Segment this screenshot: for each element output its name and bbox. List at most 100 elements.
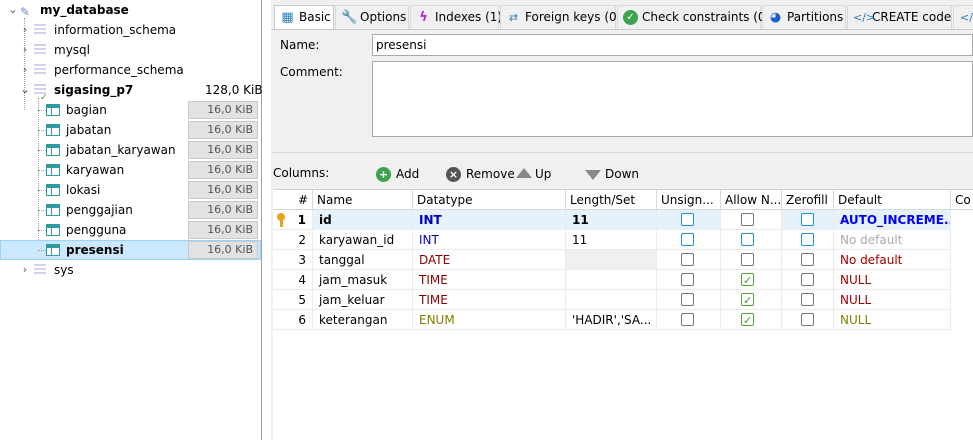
tree-table-bagian[interactable]: bagian 16,0 KiB xyxy=(0,100,261,120)
tree-table-penggajian[interactable]: penggajian 16,0 KiB xyxy=(0,200,261,220)
table-row[interactable]: 4 jam_masuk TIME NULL xyxy=(273,270,973,290)
zerofill-cell[interactable] xyxy=(782,210,834,230)
length-cell[interactable]: 11 xyxy=(566,210,657,230)
default-cell[interactable]: NULL xyxy=(834,270,951,290)
tab-options[interactable]: 🔧 Options xyxy=(335,5,409,29)
tree-item-performance-schema[interactable]: › performance_schema xyxy=(0,60,261,80)
zerofill-checkbox[interactable] xyxy=(801,233,814,246)
tree-item-mysql[interactable]: › mysql xyxy=(0,40,261,60)
move-up-button[interactable]: Up xyxy=(516,166,551,182)
tree-table-jabatan-karyawan[interactable]: jabatan_karyawan 16,0 KiB xyxy=(0,140,261,160)
tree-item-sys[interactable]: › sys xyxy=(0,260,261,280)
zerofill-checkbox[interactable] xyxy=(801,313,814,326)
datatype-cell[interactable]: DATE xyxy=(413,250,566,270)
table-row[interactable]: 5 jam_keluar TIME NULL xyxy=(273,290,973,310)
column-header[interactable]: Length/Set xyxy=(566,190,657,210)
table-row[interactable]: 3 tanggal DATE No default xyxy=(273,250,973,270)
default-cell[interactable]: AUTO_INCREME... xyxy=(834,210,951,230)
column-name-cell[interactable]: jam_keluar xyxy=(313,290,413,310)
column-name-cell[interactable]: id xyxy=(313,210,413,230)
tree-table-presensi[interactable]: presensi 16,0 KiB xyxy=(0,240,261,260)
tab-partitions[interactable]: ◕ Partitions xyxy=(762,5,846,29)
length-cell[interactable] xyxy=(566,290,657,310)
unsigned-checkbox[interactable] xyxy=(681,253,694,266)
datatype-cell[interactable]: INT xyxy=(413,210,566,230)
allow-null-checkbox[interactable] xyxy=(741,291,754,309)
length-cell[interactable] xyxy=(566,250,657,270)
unsigned-checkbox[interactable] xyxy=(681,233,694,246)
column-header[interactable]: Datatype xyxy=(413,190,566,210)
datatype-cell[interactable]: TIME xyxy=(413,290,566,310)
zerofill-checkbox[interactable] xyxy=(801,273,814,286)
zerofill-checkbox[interactable] xyxy=(801,213,814,226)
column-header[interactable]: Name xyxy=(313,190,413,210)
chevron-right-icon[interactable]: › xyxy=(20,20,30,40)
column-header[interactable]: Co xyxy=(951,190,973,210)
zerofill-cell[interactable] xyxy=(782,230,834,250)
chevron-right-icon[interactable]: › xyxy=(20,260,30,280)
add-column-button[interactable]: + Add xyxy=(376,166,419,182)
zerofill-cell[interactable] xyxy=(782,270,834,290)
tree-table-pengguna[interactable]: pengguna 16,0 KiB xyxy=(0,220,261,240)
tab-check-constraints[interactable]: ✓ Check constraints (0) xyxy=(617,5,770,29)
unsigned-checkbox[interactable] xyxy=(681,213,694,226)
column-header[interactable]: # xyxy=(273,190,313,210)
table-name-input[interactable]: presensi xyxy=(372,34,973,56)
table-row[interactable]: 6 keterangan ENUM 'HADIR','SA... NULL xyxy=(273,310,973,330)
columns-grid[interactable]: # Name Datatype Length/Set Unsign... All… xyxy=(273,189,973,440)
tab-indexes[interactable]: ϟ Indexes (1) xyxy=(410,5,502,29)
tab-basic[interactable]: ▦ Basic xyxy=(274,5,334,29)
tab-overflow[interactable]: </ xyxy=(953,5,973,29)
unsigned-cell[interactable] xyxy=(657,310,721,330)
length-cell[interactable]: 11 xyxy=(566,230,657,250)
allow-null-checkbox[interactable] xyxy=(741,253,754,266)
column-header[interactable]: Zerofill xyxy=(782,190,834,210)
column-name-cell[interactable]: jam_masuk xyxy=(313,270,413,290)
unsigned-cell[interactable] xyxy=(657,250,721,270)
comment-textarea[interactable] xyxy=(372,61,973,137)
default-cell[interactable]: No default xyxy=(834,250,951,270)
allow-null-checkbox[interactable] xyxy=(741,233,754,246)
unsigned-cell[interactable] xyxy=(657,290,721,310)
unsigned-checkbox[interactable] xyxy=(681,293,694,306)
default-cell[interactable]: NULL xyxy=(834,310,951,330)
unsigned-checkbox[interactable] xyxy=(681,313,694,326)
allow-null-cell[interactable] xyxy=(721,290,782,310)
table-row[interactable]: 1 id INT 11 AUTO_INCREME... xyxy=(273,210,973,230)
remove-column-button[interactable]: × Remove xyxy=(446,166,515,182)
move-down-button[interactable]: Down xyxy=(585,166,639,182)
column-header[interactable]: Unsign... xyxy=(657,190,721,210)
allow-null-checkbox[interactable] xyxy=(741,271,754,289)
allow-null-cell[interactable] xyxy=(721,210,782,230)
length-cell[interactable] xyxy=(566,270,657,290)
chevron-down-icon[interactable]: ⌄ xyxy=(8,0,18,20)
allow-null-cell[interactable] xyxy=(721,270,782,290)
chevron-right-icon[interactable]: › xyxy=(20,60,30,80)
zerofill-cell[interactable] xyxy=(782,290,834,310)
tree-table-jabatan[interactable]: jabatan 16,0 KiB xyxy=(0,120,261,140)
column-header[interactable]: Default xyxy=(834,190,951,210)
column-header[interactable]: Allow N... xyxy=(721,190,782,210)
tree-table-lokasi[interactable]: lokasi 16,0 KiB xyxy=(0,180,261,200)
tab-foreign-keys[interactable]: ⇄ Foreign keys (0) xyxy=(500,5,621,29)
table-row[interactable]: 2 karyawan_id INT 11 No default xyxy=(273,230,973,250)
unsigned-checkbox[interactable] xyxy=(681,273,694,286)
tree-item-sigasing-p7[interactable]: ⌄ ✓ sigasing_p7 128,0 KiB xyxy=(0,80,262,103)
tab-create-code[interactable]: </> CREATE code xyxy=(847,5,952,29)
chevron-right-icon[interactable]: › xyxy=(20,40,30,60)
allow-null-cell[interactable] xyxy=(721,310,782,330)
unsigned-cell[interactable] xyxy=(657,230,721,250)
allow-null-checkbox[interactable] xyxy=(741,213,754,226)
allow-null-cell[interactable] xyxy=(721,250,782,270)
tree-table-karyawan[interactable]: karyawan 16,0 KiB xyxy=(0,160,261,180)
default-cell[interactable]: No default xyxy=(834,230,951,250)
database-tree[interactable]: ⌄ ✎ my_database › information_schema › m… xyxy=(0,0,263,440)
column-name-cell[interactable]: keterangan xyxy=(313,310,413,330)
chevron-down-icon[interactable]: ⌄ xyxy=(20,80,30,100)
tree-item-information-schema[interactable]: › information_schema xyxy=(0,20,261,40)
unsigned-cell[interactable] xyxy=(657,210,721,230)
column-name-cell[interactable]: karyawan_id xyxy=(313,230,413,250)
allow-null-cell[interactable] xyxy=(721,230,782,250)
unsigned-cell[interactable] xyxy=(657,270,721,290)
column-name-cell[interactable]: tanggal xyxy=(313,250,413,270)
